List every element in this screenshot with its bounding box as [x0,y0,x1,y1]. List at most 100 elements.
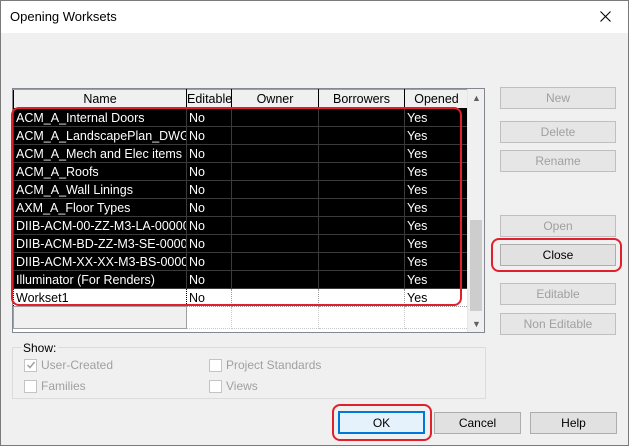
cell-borrowers[interactable] [318,270,405,289]
table-row[interactable]: ACM_A_Internal Doors No Yes [13,108,468,127]
cell-opened[interactable]: Yes [404,288,468,307]
cell-name[interactable]: ACM_A_Internal Doors [13,108,187,127]
cell-borrowers[interactable] [318,108,405,127]
cell-opened[interactable]: Yes [404,270,468,289]
views-checkbox[interactable]: Views [209,379,258,393]
cell-editable[interactable]: No [186,162,232,181]
cell-owner[interactable] [231,216,319,235]
cell-editable[interactable]: No [186,252,232,271]
cell-owner[interactable] [231,144,319,163]
checkbox-box [209,379,222,393]
checkbox-box [24,358,37,372]
cell-owner[interactable] [231,234,319,253]
cell-owner[interactable] [231,180,319,199]
cell-editable[interactable]: No [186,216,232,235]
cell-name[interactable]: ACM_A_LandscapePlan_DWG [13,126,187,145]
cell-editable[interactable]: No [186,288,232,307]
cell-name[interactable]: DIIB-ACM-BD-ZZ-M3-SE-00000 [13,234,187,253]
cell-borrowers[interactable] [318,198,405,217]
column-header-opened[interactable]: Opened [404,89,468,109]
close-window-button[interactable] [582,1,628,32]
scroll-thumb[interactable] [470,220,482,311]
cell-name[interactable]: AXM_A_Floor Types [13,198,187,217]
new-button[interactable]: New [500,87,616,109]
cell-editable[interactable]: No [186,126,232,145]
cell-name[interactable]: DIIB-ACM-00-ZZ-M3-LA-00000 [13,216,187,235]
scroll-down-icon[interactable]: ▼ [468,315,485,332]
cell-opened[interactable]: Yes [404,108,468,127]
rename-button[interactable]: Rename [500,150,616,172]
ok-button[interactable]: OK [338,411,425,434]
cell-owner[interactable] [231,288,319,307]
cell-opened[interactable]: Yes [404,162,468,181]
user-created-checkbox[interactable]: User-Created [24,358,113,372]
cancel-button[interactable]: Cancel [434,412,521,434]
views-label: Views [226,379,258,393]
grid-vertical-scrollbar[interactable]: ▲ ▼ [467,89,484,332]
cell-opened[interactable]: Yes [404,180,468,199]
cell-owner[interactable] [231,108,319,127]
families-label: Families [41,379,86,393]
table-row[interactable]: ACM_A_Wall Linings No Yes [13,180,468,199]
cell-opened[interactable]: Yes [404,198,468,217]
empty-cell [318,306,405,329]
cell-owner[interactable] [231,270,319,289]
cell-editable[interactable]: No [186,144,232,163]
close-button[interactable]: Close [500,244,616,266]
table-row[interactable]: AXM_A_Floor Types No Yes [13,198,468,217]
table-row[interactable]: Workset1 No Yes [13,288,468,307]
table-row[interactable]: DIIB-ACM-00-ZZ-M3-LA-00000 No Yes [13,216,468,235]
column-header-borrowers[interactable]: Borrowers [318,89,405,109]
cell-editable[interactable]: No [186,198,232,217]
cell-name[interactable]: Illuminator (For Renders) [13,270,187,289]
column-header-editable[interactable]: Editable [186,89,232,109]
cell-opened[interactable]: Yes [404,252,468,271]
table-row[interactable]: Illuminator (For Renders) No Yes [13,270,468,289]
cell-opened[interactable]: Yes [404,216,468,235]
cell-borrowers[interactable] [318,144,405,163]
table-row[interactable]: DIIB-ACM-BD-ZZ-M3-SE-00000 No Yes [13,234,468,253]
non-editable-button[interactable]: Non Editable [500,313,616,335]
open-button[interactable]: Open [500,215,616,237]
cell-opened[interactable]: Yes [404,144,468,163]
table-row[interactable]: ACM_A_LandscapePlan_DWG No Yes [13,126,468,145]
cell-borrowers[interactable] [318,180,405,199]
editable-button[interactable]: Editable [500,283,616,305]
header-row: Name Editable Owner Borrowers Opened [13,89,468,109]
worksets-grid[interactable]: Name Editable Owner Borrowers Opened ACM… [12,88,485,333]
cell-editable[interactable]: No [186,234,232,253]
project-standards-checkbox[interactable]: Project Standards [209,358,321,372]
cell-opened[interactable]: Yes [404,126,468,145]
cell-editable[interactable]: No [186,108,232,127]
cell-owner[interactable] [231,198,319,217]
empty-cell [231,306,319,329]
delete-button[interactable]: Delete [500,121,616,143]
cell-borrowers[interactable] [318,162,405,181]
cell-name[interactable]: ACM_A_Mech and Elec items co [13,144,187,163]
help-button[interactable]: Help [530,412,617,434]
table-row[interactable]: ACM_A_Roofs No Yes [13,162,468,181]
cell-owner[interactable] [231,126,319,145]
cell-editable[interactable]: No [186,270,232,289]
cell-name[interactable]: DIIB-ACM-XX-XX-M3-BS-00000 [13,252,187,271]
table-row[interactable]: DIIB-ACM-XX-XX-M3-BS-00000 No Yes [13,252,468,271]
table-row[interactable]: ACM_A_Mech and Elec items co No Yes [13,144,468,163]
cell-name[interactable]: ACM_A_Roofs [13,162,187,181]
cell-borrowers[interactable] [318,126,405,145]
scroll-up-icon[interactable]: ▲ [468,89,485,106]
cell-owner[interactable] [231,252,319,271]
cell-owner[interactable] [231,162,319,181]
cell-name[interactable]: Workset1 [13,288,187,307]
cell-borrowers[interactable] [318,216,405,235]
cell-borrowers[interactable] [318,252,405,271]
empty-row [13,306,468,329]
cell-borrowers[interactable] [318,234,405,253]
cell-borrowers[interactable] [318,288,405,307]
column-header-owner[interactable]: Owner [231,89,319,109]
column-header-name[interactable]: Name [13,89,187,109]
dialog-title: Opening Worksets [10,9,117,24]
cell-editable[interactable]: No [186,180,232,199]
families-checkbox[interactable]: Families [24,379,86,393]
cell-opened[interactable]: Yes [404,234,468,253]
cell-name[interactable]: ACM_A_Wall Linings [13,180,187,199]
